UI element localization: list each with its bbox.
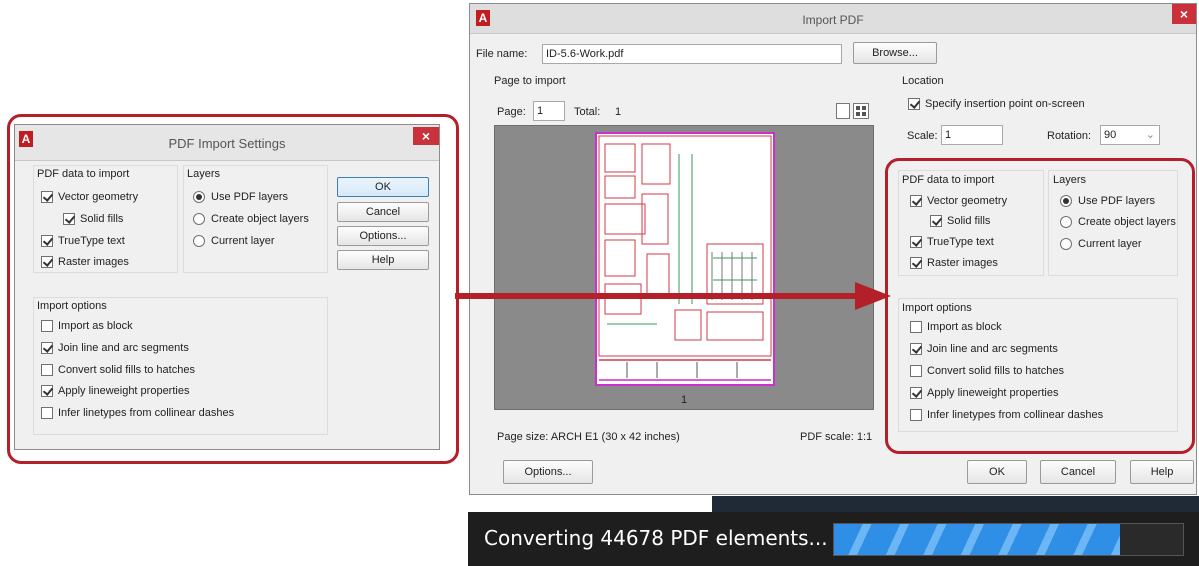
page-field[interactable]: 1 bbox=[533, 101, 565, 121]
location-heading: Location bbox=[902, 75, 944, 87]
page-to-import-heading: Page to import bbox=[494, 75, 566, 87]
grid-view-icon[interactable] bbox=[853, 103, 869, 119]
import-cancel-button[interactable]: Cancel bbox=[1040, 460, 1116, 484]
status-background-top bbox=[712, 496, 1199, 512]
thumbnail-page-number: 1 bbox=[681, 394, 688, 406]
page-thumbnail[interactable] bbox=[595, 132, 775, 386]
rotation-field[interactable]: 90 ⌄ bbox=[1100, 125, 1160, 145]
drawing-thumbnail-graphic bbox=[598, 135, 772, 381]
scale-label: Scale: bbox=[907, 130, 938, 142]
file-name-label: File name: bbox=[476, 48, 528, 60]
page-size-text: Page size: ARCH E1 (30 x 42 inches) bbox=[497, 431, 680, 443]
browse-button[interactable]: Browse... bbox=[853, 42, 937, 64]
import-highlight-outline bbox=[885, 158, 1195, 454]
close-icon[interactable]: × bbox=[1172, 4, 1196, 24]
single-page-view-icon[interactable] bbox=[836, 103, 850, 119]
import-titlebar: A Import PDF × bbox=[470, 4, 1196, 34]
import-title: Import PDF bbox=[802, 13, 864, 27]
arrow-right-icon bbox=[455, 282, 891, 310]
checkbox[interactable] bbox=[908, 98, 920, 110]
rotation-value: 90 bbox=[1104, 129, 1117, 141]
total-label: Total: bbox=[574, 106, 601, 118]
chevron-down-icon[interactable]: ⌄ bbox=[1146, 126, 1155, 144]
progress-bar bbox=[833, 523, 1184, 556]
import-ok-button[interactable]: OK bbox=[967, 460, 1027, 484]
rotation-label: Rotation: bbox=[1047, 130, 1092, 142]
label: Specify insertion point on-screen bbox=[925, 98, 1085, 110]
file-name-field[interactable]: ID-5.6-Work.pdf bbox=[542, 44, 842, 64]
specify-insertion-checkbox[interactable]: Specify insertion point on-screen bbox=[908, 98, 1085, 110]
import-help-button[interactable]: Help bbox=[1130, 460, 1194, 484]
scale-field[interactable]: 1 bbox=[941, 125, 1003, 145]
progress-fill bbox=[834, 524, 1121, 555]
settings-highlight-outline bbox=[7, 114, 459, 464]
page-label: Page: bbox=[497, 106, 526, 118]
total-value: 1 bbox=[615, 106, 622, 118]
import-options-button[interactable]: Options... bbox=[503, 460, 593, 484]
progress-text: Converting 44678 PDF elements... bbox=[484, 526, 828, 550]
pdf-scale-text: PDF scale: 1:1 bbox=[800, 431, 873, 443]
